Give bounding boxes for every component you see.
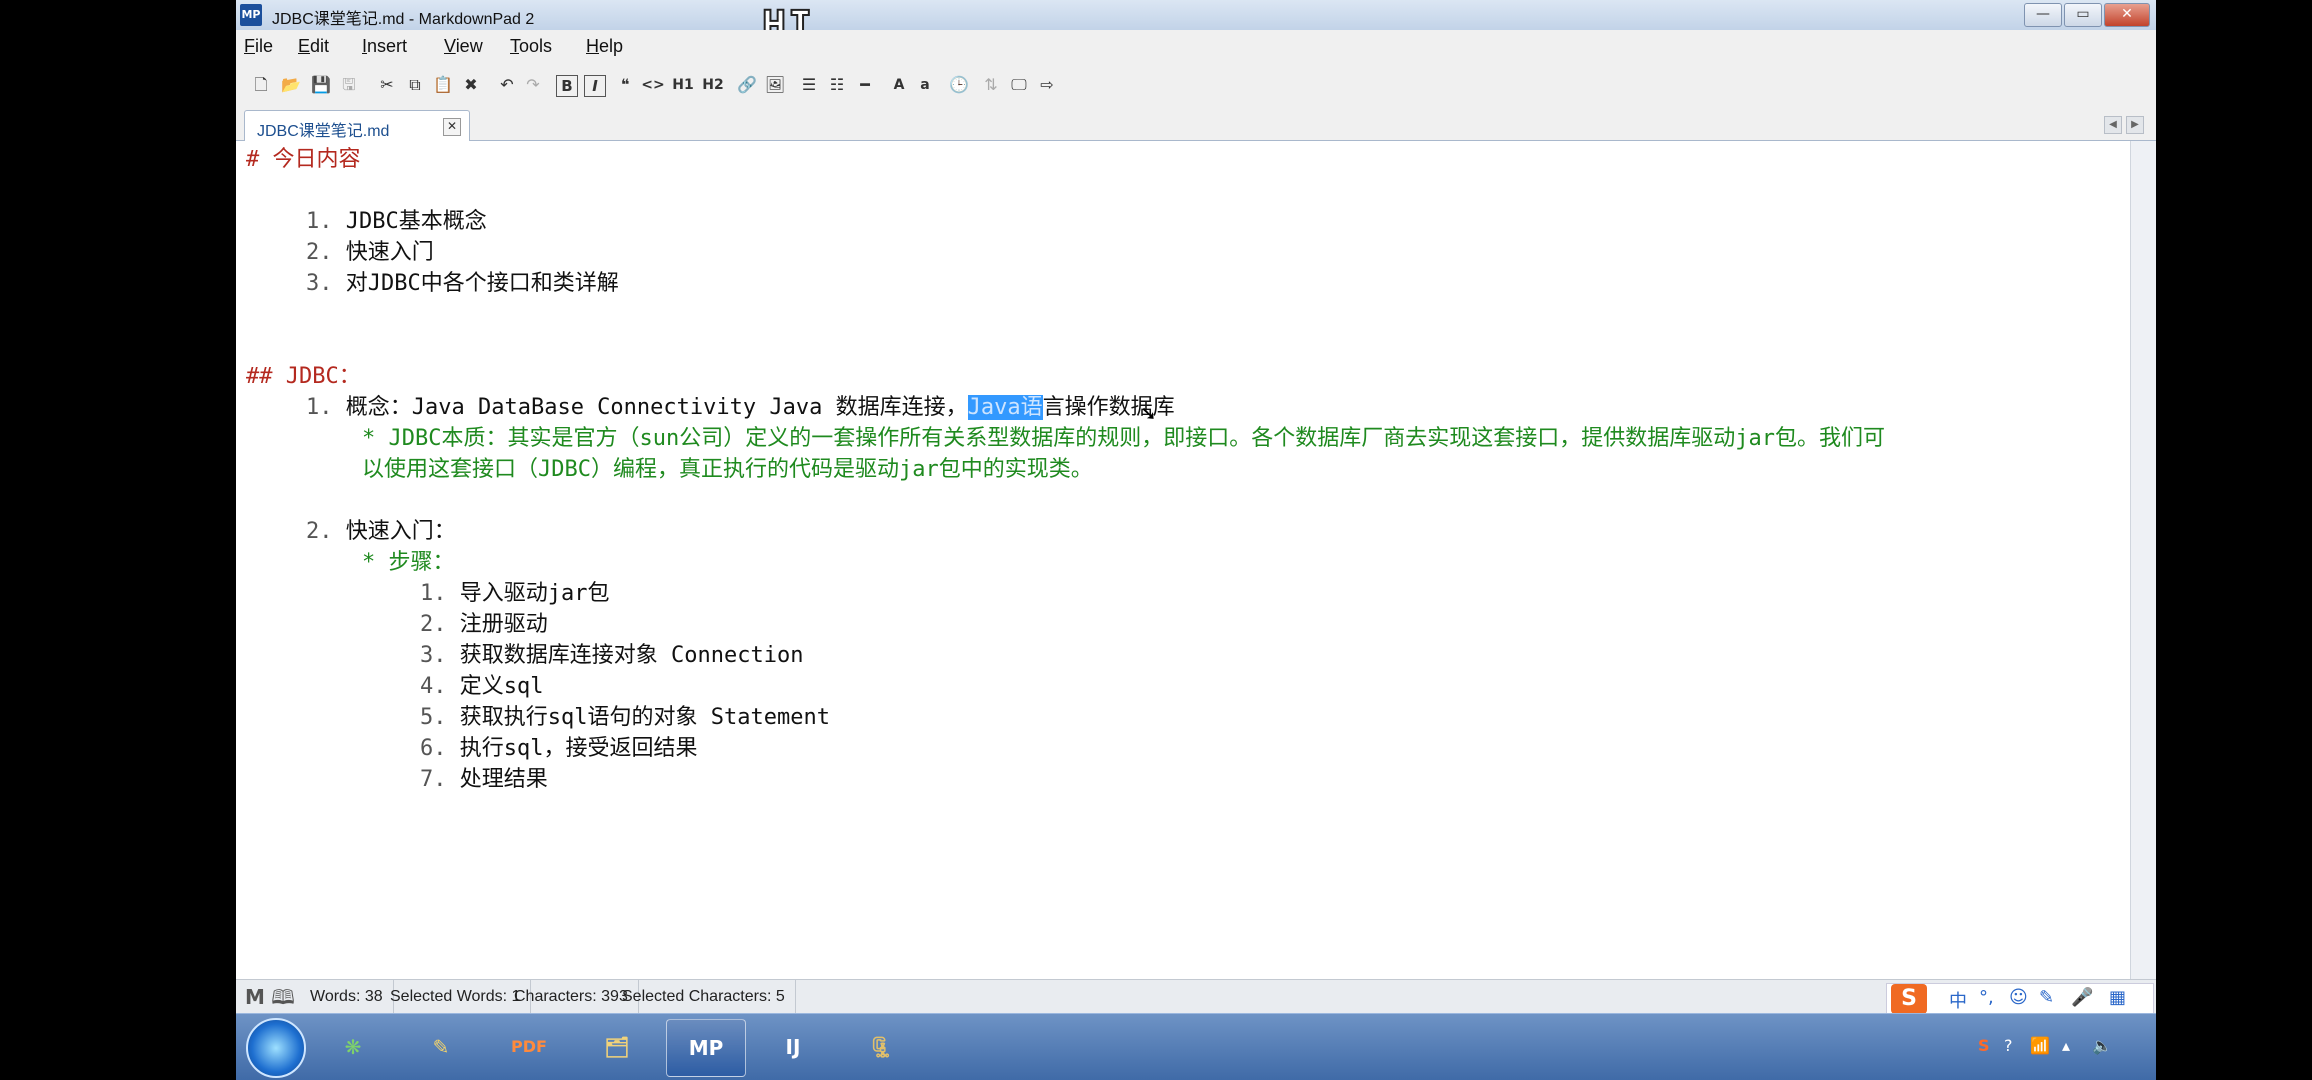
tray-sogou-icon[interactable]: S (1978, 1036, 1990, 1055)
app-icon[interactable]: MP (240, 4, 262, 26)
ime-voice-icon[interactable]: 🎤 (2071, 987, 2093, 1008)
code-icon[interactable]: <> (640, 72, 666, 98)
markdown-icon[interactable]: M (242, 984, 268, 1010)
text-selection: Java语 (968, 395, 1043, 420)
new-document-icon[interactable]: 🗋 (248, 72, 274, 98)
heading-today-content: # 今日内容 (246, 145, 361, 175)
step-item: 6. 执行sql，接受返回结果 (420, 734, 698, 764)
status-bar: M 🕮 Words: 38 Selected Words: 1 Characte… (236, 979, 2156, 1014)
list-item: 2. 快速入门 (306, 238, 434, 268)
save-all-icon[interactable]: 🖫 (336, 72, 362, 98)
tab-jdbc-notes[interactable]: JDBC课堂笔记.md ✕ (244, 110, 470, 141)
taskbar-app-explorer[interactable]: 🗂 (578, 1019, 656, 1075)
concept-line: 1. 概念：Java DataBase Connectivity Java 数据… (306, 393, 1175, 423)
title-bar: MP JDBC课堂笔记.md - MarkdownPad 2 HI — ▭ ✕ (236, 0, 2156, 31)
link-icon[interactable]: 🔗 (734, 72, 760, 98)
heading1-button[interactable]: H1 (670, 72, 696, 98)
horizontal-rule-icon[interactable]: ━ (852, 72, 878, 98)
markdown-editor[interactable]: # 今日内容 1. JDBC基本概念 2. 快速入门 3. 对JDBC中各个接口… (236, 141, 2130, 979)
quote-icon[interactable]: ❝ (612, 72, 638, 98)
windows-taskbar: ❋ ✎ PDF 🗂 MP IJ 🗜 S ? 📶 ▴ 🔈 (236, 1013, 2156, 1080)
menu-view[interactable]: View (444, 36, 483, 57)
taskbar-app-butterfly[interactable]: ❋ (314, 1019, 392, 1075)
export-icon[interactable]: ⇨ (1034, 72, 1060, 98)
paste-icon[interactable]: 📋 (430, 72, 456, 98)
copy-icon[interactable]: ⧉ (402, 72, 428, 98)
italic-button[interactable]: I (584, 75, 606, 97)
menu-edit[interactable]: Edit (298, 36, 329, 57)
lowercase-button[interactable]: a (912, 72, 938, 98)
tray-network-icon[interactable]: 📶 (2030, 1036, 2050, 1055)
menu-bar: File Edit Insert View Tools Help (236, 30, 2156, 64)
taskbar-app-intellij[interactable]: IJ (754, 1019, 832, 1075)
tab-scroll-right-icon[interactable]: ▶ (2126, 116, 2144, 134)
preview-sync-icon[interactable]: ⇅ (978, 72, 1004, 98)
redo-icon[interactable]: ↷ (520, 72, 546, 98)
menu-help[interactable]: Help (586, 36, 623, 57)
vertical-scrollbar[interactable] (2130, 141, 2156, 979)
tray-help-icon[interactable]: ? (2004, 1036, 2013, 1055)
minimize-button[interactable]: — (2024, 3, 2062, 27)
tab-label: JDBC课堂笔记.md (257, 117, 389, 141)
list-item: 1. JDBC基本概念 (306, 207, 487, 237)
step-item: 7. 处理结果 (420, 765, 548, 795)
menu-tools[interactable]: Tools (510, 36, 552, 57)
list-item: 3. 对JDBC中各个接口和类详解 (306, 269, 619, 299)
uppercase-button[interactable]: A (886, 72, 912, 98)
open-folder-icon[interactable]: 📂 (278, 72, 304, 98)
selected-character-count: Selected Characters: 5 (612, 980, 796, 1014)
sogou-logo-icon[interactable]: S (1891, 984, 1927, 1014)
taskbar-app-archive[interactable]: 🗜 (842, 1019, 920, 1075)
menu-file[interactable]: File (244, 36, 273, 57)
heading-jdbc: ## JDBC： (246, 362, 361, 392)
steps-label: * 步骤： (362, 548, 455, 578)
window-title: JDBC课堂笔记.md - MarkdownPad 2 (272, 5, 534, 29)
cut-icon[interactable]: ✂ (374, 72, 400, 98)
document-tab-strip: JDBC课堂笔记.md ✕ ◀ ▶ (236, 106, 2156, 141)
essence-line: * JDBC本质：其实是官方（sun公司）定义的一套操作所有关系型数据库的规则，… (362, 424, 1885, 454)
taskbar-app-markdownpad[interactable]: MP (666, 1019, 746, 1077)
bold-button[interactable]: B (556, 75, 578, 97)
step-item: 1. 导入驱动jar包 (420, 579, 610, 609)
maximize-button[interactable]: ▭ (2064, 3, 2102, 27)
bullet-list-icon[interactable]: ☰ (796, 72, 822, 98)
essence-line: 以使用这套接口（JDBC）编程，真正执行的代码是驱动jar包中的实现类。 (362, 455, 1093, 485)
tray-volume-icon[interactable]: 🔈 (2092, 1036, 2112, 1055)
step-item: 2. 注册驱动 (420, 610, 548, 640)
taskbar-app-paint[interactable]: ✎ (402, 1019, 480, 1075)
delete-icon[interactable]: ✖ (458, 72, 484, 98)
ime-toolbox-icon[interactable]: ▦ (2109, 987, 2126, 1008)
tab-scroll-left-icon[interactable]: ◀ (2104, 116, 2122, 134)
tray-show-hidden-icon[interactable]: ▴ (2062, 1036, 2070, 1055)
undo-icon[interactable]: ↶ (494, 72, 520, 98)
menu-insert[interactable]: Insert (362, 36, 407, 57)
ime-emoji-icon[interactable]: ☺ (2009, 987, 2028, 1008)
step-item: 3. 获取数据库连接对象 Connection (420, 641, 803, 671)
numbered-list-icon[interactable]: ☷ (824, 72, 850, 98)
save-icon[interactable]: 💾 (308, 72, 334, 98)
image-icon[interactable]: 🖼 (762, 72, 788, 98)
ime-skin-icon[interactable]: ✎ (2039, 987, 2054, 1008)
start-button[interactable] (246, 1018, 306, 1078)
markdownpad-window: MP JDBC课堂笔记.md - MarkdownPad 2 HI — ▭ ✕ … (236, 0, 2156, 1080)
step-item: 4. 定义sql (420, 672, 544, 702)
book-icon[interactable]: 🕮 (270, 984, 296, 1010)
mouse-cursor-icon: ➘ (1140, 401, 1157, 425)
list-item: 2. 快速入门： (306, 517, 456, 547)
close-button[interactable]: ✕ (2104, 3, 2150, 27)
preview-icon[interactable]: 🖵 (1006, 72, 1032, 98)
ime-language-toggle[interactable]: 中 (1949, 987, 1967, 1013)
timestamp-icon[interactable]: 🕒 (946, 72, 972, 98)
step-item: 5. 获取执行sql语句的对象 Statement (420, 703, 830, 733)
tab-close-icon[interactable]: ✕ (443, 118, 461, 136)
ime-toolbar: S 中 °, ☺ ✎ 🎤 ▦ (1886, 983, 2154, 1015)
taskbar-app-pdf[interactable]: PDF (490, 1019, 568, 1075)
heading2-button[interactable]: H2 (700, 72, 726, 98)
ime-punctuation-icon[interactable]: °, (1979, 987, 1994, 1008)
toolbar: 🗋 📂 💾 🖫 ✂ ⧉ 📋 ✖ ↶ ↷ B I ❝ <> H1 H2 🔗 🖼 ☰… (236, 64, 2156, 107)
